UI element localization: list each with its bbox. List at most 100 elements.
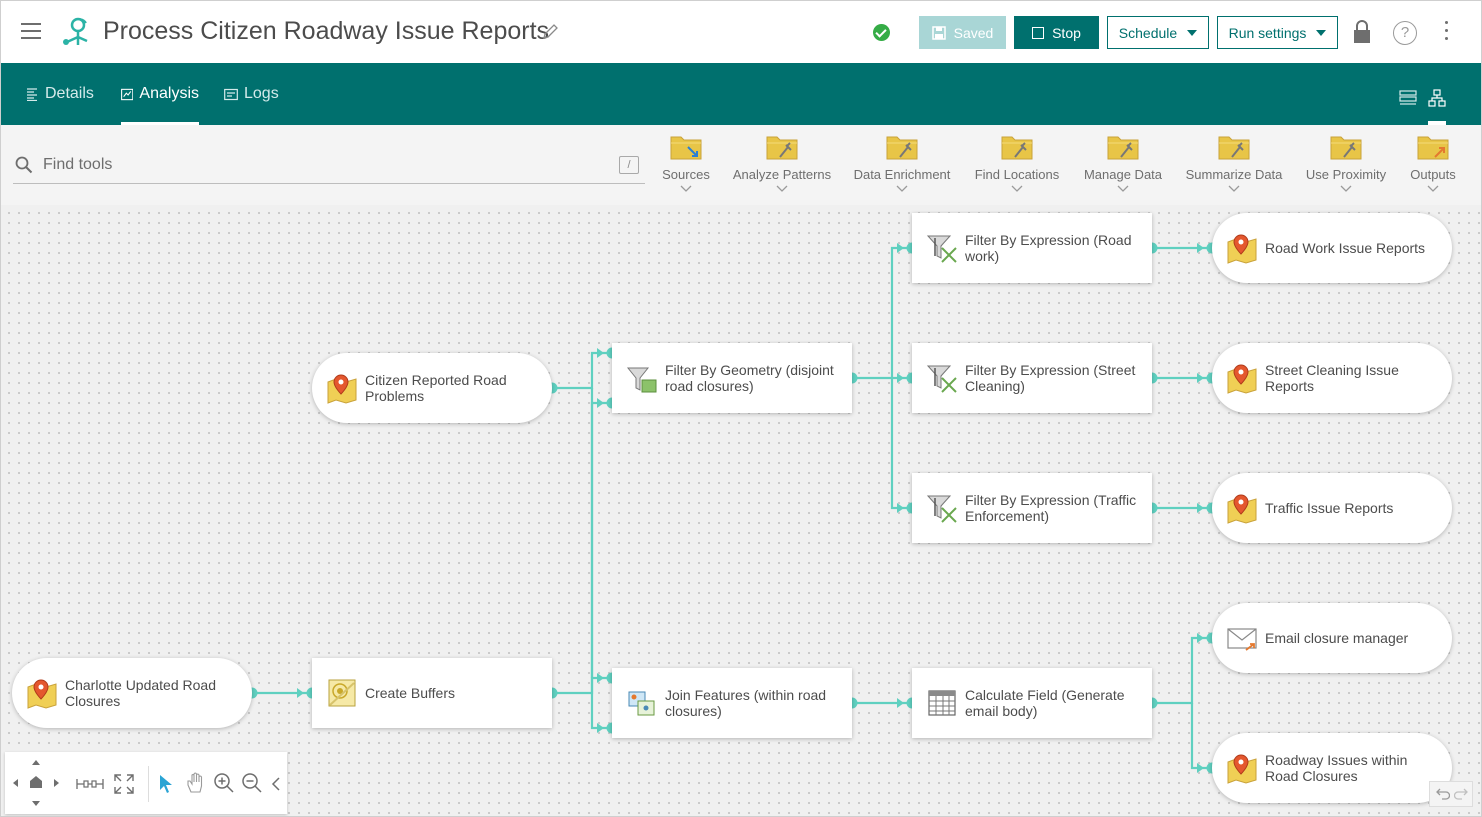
- feature-layer-icon: [1227, 754, 1257, 784]
- feature-layer-icon: [27, 679, 57, 709]
- node-source-citizen-problems[interactable]: Citizen Reported Road Problems: [312, 353, 552, 423]
- chevron-down-icon: [1340, 185, 1352, 192]
- feature-layer-icon: [1227, 234, 1257, 264]
- node-label: Roadway Issues within Road Closures: [1265, 752, 1408, 784]
- join-features-icon: [628, 691, 655, 716]
- more-options-icon[interactable]: [1445, 21, 1451, 43]
- chevron-down-icon: [680, 185, 692, 192]
- details-icon: [27, 87, 37, 101]
- tab-details-label: Details: [45, 85, 94, 102]
- tool-category-data-enrichment[interactable]: Data Enrichment: [842, 133, 962, 199]
- lock-icon[interactable]: [1352, 19, 1372, 45]
- schedule-button[interactable]: Schedule: [1107, 16, 1209, 49]
- list-view-icon[interactable]: [1399, 89, 1417, 107]
- node-tool-calculate-field[interactable]: Calculate Field (Generate email body): [912, 668, 1152, 738]
- filter-expression-icon: [926, 495, 957, 523]
- collapse-chevron-left-icon[interactable]: [271, 776, 281, 792]
- folder-tools-icon: [766, 136, 798, 160]
- tool-category-manage-data[interactable]: Manage Data: [1063, 133, 1183, 199]
- email-icon: [1227, 628, 1257, 651]
- node-label: Calculate Field (Generate email body): [965, 687, 1125, 719]
- tab-analysis-label: Analysis: [139, 85, 199, 102]
- folder-tools-icon: [1107, 136, 1139, 160]
- node-output-traffic[interactable]: Traffic Issue Reports: [1212, 473, 1452, 543]
- tool-category-label: Data Enrichment: [853, 167, 951, 182]
- tool-category-label: Find Locations: [974, 167, 1060, 182]
- node-label: Traffic Issue Reports: [1265, 500, 1394, 516]
- divider: [148, 766, 149, 802]
- chevron-down-icon: [1228, 185, 1240, 192]
- folder-tools-icon: [1330, 136, 1362, 160]
- tab-details[interactable]: Details: [25, 63, 94, 125]
- stop-label: Stop: [1052, 24, 1081, 41]
- node-source-charlotte-closures[interactable]: Charlotte Updated Road Closures: [12, 658, 252, 728]
- app-header: Process Citizen Roadway Issue Reports Sa…: [1, 1, 1481, 63]
- node-tool-filter-traffic[interactable]: Filter By Expression (Traffic Enforcemen…: [912, 473, 1152, 543]
- zoom-out-icon[interactable]: [241, 772, 263, 794]
- chevron-down-icon: [896, 185, 908, 192]
- zoom-in-icon[interactable]: [213, 772, 235, 794]
- redo-icon[interactable]: [1454, 787, 1468, 801]
- pan-control[interactable]: [9, 756, 63, 810]
- saved-label: Saved: [953, 24, 994, 41]
- pan-hand-icon[interactable]: [185, 772, 207, 794]
- diagram-view-icon[interactable]: [1428, 89, 1446, 107]
- chevron-down-icon: [1011, 185, 1023, 192]
- feature-layer-icon: [327, 374, 357, 404]
- select-arrow-icon[interactable]: [157, 774, 175, 794]
- node-label: Road Work Issue Reports: [1265, 240, 1426, 256]
- node-label: Citizen Reported Road Problems: [365, 372, 507, 404]
- search-icon: [15, 156, 33, 174]
- caret-down-icon: [1316, 29, 1327, 36]
- chevron-down-icon: [1117, 185, 1129, 192]
- folder-import-icon: [670, 136, 702, 160]
- app-window: Process Citizen Roadway Issue Reports Sa…: [0, 0, 1482, 817]
- folder-tools-icon: [886, 136, 918, 160]
- saved-button[interactable]: Saved: [919, 16, 1006, 49]
- node-tool-filter-roadwork[interactable]: Filter By Expression (Road work): [912, 213, 1152, 283]
- find-tools-search: /: [13, 146, 645, 184]
- stop-button[interactable]: Stop: [1014, 16, 1099, 49]
- filter-geometry-icon: [626, 367, 657, 393]
- feature-layer-icon: [1227, 364, 1257, 394]
- tab-analysis[interactable]: Analysis: [121, 63, 199, 125]
- run-settings-button[interactable]: Run settings: [1217, 16, 1338, 49]
- node-output-email[interactable]: Email closure manager: [1212, 603, 1452, 673]
- full-extent-icon[interactable]: [113, 773, 135, 795]
- folder-tools-icon: [1001, 136, 1033, 160]
- logs-icon: [224, 88, 238, 100]
- node-label: Create Buffers: [365, 685, 456, 701]
- chevron-down-icon: [776, 185, 788, 192]
- node-label: Join Features (within road closures): [665, 687, 827, 719]
- edit-title-icon[interactable]: [541, 23, 559, 41]
- model-builder-logo-icon: [63, 17, 88, 45]
- folder-tools-icon: [1218, 136, 1250, 160]
- node-output-roadwork[interactable]: Road Work Issue Reports: [1212, 213, 1452, 283]
- canvas-navigation: [5, 752, 287, 814]
- folder-export-icon: [1417, 136, 1449, 160]
- undo-icon[interactable]: [1436, 787, 1450, 801]
- tool-category-find-locations[interactable]: Find Locations: [957, 133, 1077, 199]
- tool-category-summarize-data[interactable]: Summarize Data: [1174, 133, 1294, 199]
- tool-category-label: Manage Data: [1083, 167, 1163, 182]
- node-tool-filter-geometry[interactable]: Filter By Geometry (disjoint road closur…: [612, 343, 852, 413]
- feature-layer-icon: [1227, 494, 1257, 524]
- tab-logs-label: Logs: [244, 85, 279, 102]
- find-tools-input[interactable]: [43, 152, 603, 178]
- tool-category-outputs[interactable]: Outputs: [1373, 133, 1481, 199]
- node-output-cleaning[interactable]: Street Cleaning Issue Reports: [1212, 343, 1452, 413]
- analysis-icon: [121, 88, 134, 100]
- filter-expression-icon: [926, 235, 957, 263]
- tool-category-analyze-patterns[interactable]: Analyze Patterns: [722, 133, 842, 199]
- fit-width-icon[interactable]: [75, 776, 105, 792]
- node-output-issues-closures[interactable]: Roadway Issues within Road Closures: [1212, 733, 1452, 803]
- node-tool-filter-cleaning[interactable]: Filter By Expression (Street Cleaning): [912, 343, 1152, 413]
- tool-category-label: Sources: [662, 167, 710, 182]
- menu-icon[interactable]: [21, 23, 41, 41]
- node-tool-join-features[interactable]: Join Features (within road closures): [612, 668, 852, 738]
- tool-category-label: Summarize Data: [1185, 167, 1283, 182]
- tab-logs[interactable]: Logs: [224, 63, 279, 125]
- schedule-label: Schedule: [1118, 24, 1178, 41]
- node-tool-create-buffers[interactable]: Create Buffers: [312, 658, 552, 728]
- help-icon[interactable]: ?: [1393, 21, 1417, 45]
